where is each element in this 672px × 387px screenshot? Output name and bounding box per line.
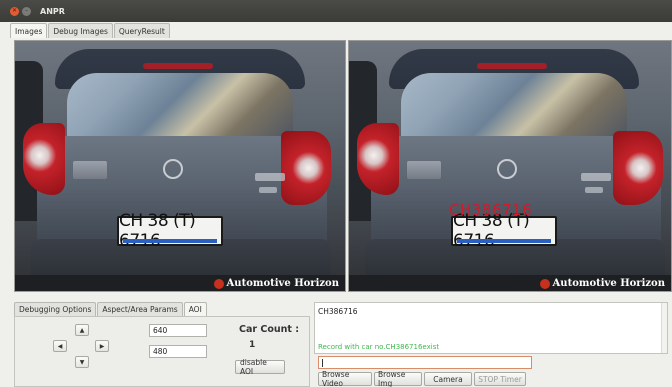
tab-query-result[interactable]: QueryResult (113, 23, 170, 38)
watermark-text: Automotive Horizon (226, 278, 339, 289)
license-plate: CH 38 (T) 6716 (117, 211, 223, 251)
top-tab-bar: Images Debug Images QueryResult (10, 23, 171, 38)
move-down-button[interactable]: ▼ (75, 356, 89, 368)
tab-debugging-options[interactable]: Debugging Options (14, 302, 97, 316)
processed-image-panel: CH 38 (T) 6716 CH386716 Automotive Horiz… (348, 40, 672, 292)
car-count-value: 1 (249, 340, 256, 350)
browse-img-button[interactable]: Browse Img (374, 370, 422, 387)
car-photo: CH 38 (T) 6716 (15, 41, 345, 291)
car-logo-icon (163, 159, 183, 179)
watermark-logo-icon (213, 278, 224, 289)
minimize-icon[interactable]: – (22, 6, 31, 16)
arrow-left-icon: ◀ (57, 342, 63, 350)
original-image-panel: CH 38 (T) 6716 Automotive Horizon (14, 40, 346, 292)
tab-aspect-area-params[interactable]: Aspect/Area Params (97, 302, 183, 316)
result-output[interactable]: CH386716 Record with car no.CH386716exis… (314, 302, 668, 354)
license-plate: CH 38 (T) 6716 (451, 211, 557, 251)
watermark: Automotive Horizon (213, 278, 339, 289)
camera-button[interactable]: Camera (424, 372, 472, 386)
record-status-message: Record with car no.CH386716exist (318, 343, 440, 351)
settings-tab-bar: Debugging Options Aspect/Area Params AOI (14, 302, 208, 316)
scrollbar[interactable] (661, 303, 667, 353)
watermark-logo-icon (539, 278, 550, 289)
car-photo-processed: CH 38 (T) 6716 CH386716 (349, 41, 671, 291)
detected-plate-label: CH386716 (449, 201, 533, 219)
browse-video-button[interactable]: Browse Video (318, 370, 372, 387)
query-input[interactable] (318, 356, 532, 369)
tab-aoi[interactable]: AOI (183, 302, 207, 316)
watermark-text: Automotive Horizon (552, 278, 665, 289)
watermark: Automotive Horizon (539, 278, 665, 289)
disable-aoi-button[interactable]: disable AOI (235, 358, 285, 376)
car-count-label: Car Count : (239, 324, 300, 335)
arrow-up-icon: ▲ (79, 326, 85, 334)
plate-result-text: CH386716 (318, 307, 358, 316)
title-bar: ✕ – ANPR (0, 0, 672, 22)
plate-text: CH 38 (T) 6716 (119, 211, 196, 251)
aoi-height-field[interactable]: 480 (149, 345, 207, 358)
move-up-button[interactable]: ▲ (75, 324, 89, 336)
move-left-button[interactable]: ◀ (53, 340, 67, 352)
move-right-button[interactable]: ▶ (95, 340, 109, 352)
arrow-right-icon: ▶ (99, 342, 105, 350)
arrow-down-icon: ▼ (79, 358, 85, 366)
close-icon[interactable]: ✕ (10, 6, 19, 16)
aoi-panel: ▲ ◀ ▶ ▼ 640 480 Car Count : 1 disable AO… (14, 316, 310, 387)
text-caret (322, 359, 323, 367)
car-logo-icon (497, 159, 517, 179)
tab-debug-images[interactable]: Debug Images (48, 23, 113, 38)
stop-timer-button[interactable]: STOP Timer (474, 372, 526, 386)
window-title: ANPR (40, 6, 65, 16)
tab-images[interactable]: Images (10, 23, 48, 38)
aoi-width-field[interactable]: 640 (149, 324, 207, 337)
